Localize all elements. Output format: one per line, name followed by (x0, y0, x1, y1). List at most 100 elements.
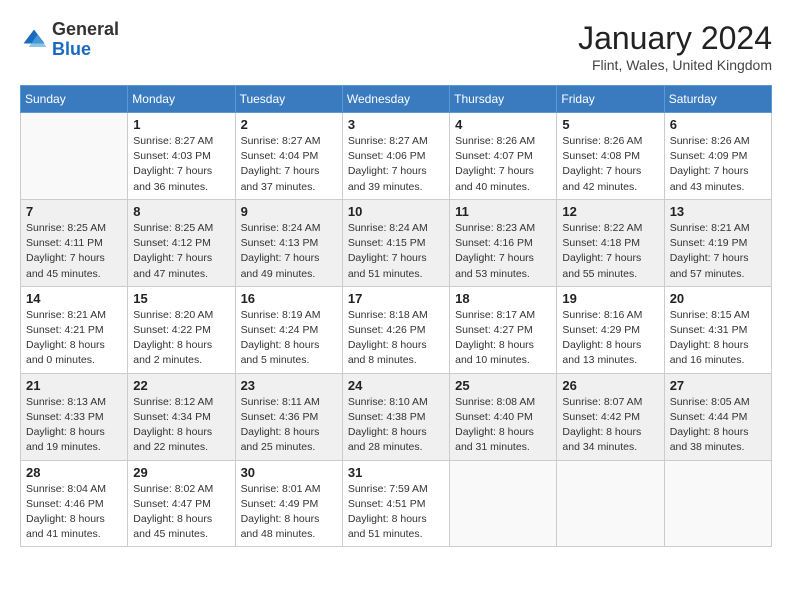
day-number: 30 (241, 465, 337, 480)
calendar-cell: 19 Sunrise: 8:16 AMSunset: 4:29 PMDayligh… (557, 286, 664, 373)
calendar-cell: 23 Sunrise: 8:11 AMSunset: 4:36 PMDayligh… (235, 373, 342, 460)
day-number: 6 (670, 117, 766, 132)
weekday-header-sunday: Sunday (21, 86, 128, 113)
weekday-header-wednesday: Wednesday (342, 86, 449, 113)
weekday-header-thursday: Thursday (450, 86, 557, 113)
calendar-cell: 6 Sunrise: 8:26 AMSunset: 4:09 PMDaylight… (664, 113, 771, 200)
day-number: 26 (562, 378, 658, 393)
calendar-cell: 16Sunrise: 8:19 AMSunset: 4:24 PMDayligh… (235, 286, 342, 373)
calendar-cell: 24 Sunrise: 8:10 AMSunset: 4:38 PMDayligh… (342, 373, 449, 460)
calendar-cell: 12 Sunrise: 8:22 AMSunset: 4:18 PMDayligh… (557, 199, 664, 286)
calendar-week-row: 7 Sunrise: 8:25 AMSunset: 4:11 PMDaylight… (21, 199, 772, 286)
day-number: 3 (348, 117, 444, 132)
calendar-week-row: 21Sunrise: 8:13 AMSunset: 4:33 PMDayligh… (21, 373, 772, 460)
day-number: 23 (241, 378, 337, 393)
day-number: 19 (562, 291, 658, 306)
logo-text: General Blue (52, 20, 119, 60)
day-info: Sunrise: 8:16 AMSunset: 4:29 PMDaylight:… (562, 308, 658, 369)
calendar-cell: 15 Sunrise: 8:20 AMSunset: 4:22 PMDayligh… (128, 286, 235, 373)
day-info: Sunrise: 8:24 AMSunset: 4:15 PMDaylight:… (348, 221, 444, 282)
logo-icon (20, 26, 48, 54)
day-number: 5 (562, 117, 658, 132)
day-info: Sunrise: 8:25 AMSunset: 4:11 PMDaylight:… (26, 221, 122, 282)
weekday-header-monday: Monday (128, 86, 235, 113)
month-year-title: January 2024 (578, 20, 772, 57)
page-header: General Blue January 2024 Flint, Wales, … (20, 20, 772, 73)
logo-general: General (52, 19, 119, 39)
calendar-cell (664, 460, 771, 547)
day-number: 8 (133, 204, 229, 219)
weekday-header-row: SundayMondayTuesdayWednesdayThursdayFrid… (21, 86, 772, 113)
day-number: 2 (241, 117, 337, 132)
calendar-table: SundayMondayTuesdayWednesdayThursdayFrid… (20, 85, 772, 547)
calendar-cell (21, 113, 128, 200)
logo: General Blue (20, 20, 119, 60)
calendar-cell: 30 Sunrise: 8:01 AMSunset: 4:49 PMDayligh… (235, 460, 342, 547)
calendar-cell: 17Sunrise: 8:18 AMSunset: 4:26 PMDayligh… (342, 286, 449, 373)
day-info: Sunrise: 8:27 AMSunset: 4:03 PMDaylight:… (133, 134, 229, 195)
day-info: Sunrise: 8:21 AMSunset: 4:19 PMDaylight:… (670, 221, 766, 282)
day-info: Sunrise: 8:17 AMSunset: 4:27 PMDaylight:… (455, 308, 551, 369)
day-number: 17 (348, 291, 444, 306)
day-info: Sunrise: 8:10 AMSunset: 4:38 PMDaylight:… (348, 395, 444, 456)
weekday-header-saturday: Saturday (664, 86, 771, 113)
calendar-cell: 14Sunrise: 8:21 AMSunset: 4:21 PMDayligh… (21, 286, 128, 373)
day-info: Sunrise: 8:08 AMSunset: 4:40 PMDaylight:… (455, 395, 551, 456)
day-number: 12 (562, 204, 658, 219)
day-info: Sunrise: 7:59 AMSunset: 4:51 PMDaylight:… (348, 482, 444, 543)
calendar-cell (557, 460, 664, 547)
day-info: Sunrise: 8:26 AMSunset: 4:07 PMDaylight:… (455, 134, 551, 195)
day-info: Sunrise: 8:20 AMSunset: 4:22 PMDaylight:… (133, 308, 229, 369)
day-info: Sunrise: 8:26 AMSunset: 4:08 PMDaylight:… (562, 134, 658, 195)
location-subtitle: Flint, Wales, United Kingdom (578, 57, 772, 73)
day-info: Sunrise: 8:11 AMSunset: 4:36 PMDaylight:… (241, 395, 337, 456)
calendar-cell: 25 Sunrise: 8:08 AMSunset: 4:40 PMDayligh… (450, 373, 557, 460)
calendar-cell: 1 Sunrise: 8:27 AMSunset: 4:03 PMDaylight… (128, 113, 235, 200)
day-info: Sunrise: 8:26 AMSunset: 4:09 PMDaylight:… (670, 134, 766, 195)
day-number: 22 (133, 378, 229, 393)
day-number: 24 (348, 378, 444, 393)
day-number: 18 (455, 291, 551, 306)
day-info: Sunrise: 8:05 AMSunset: 4:44 PMDaylight:… (670, 395, 766, 456)
day-info: Sunrise: 8:15 AMSunset: 4:31 PMDaylight:… (670, 308, 766, 369)
day-info: Sunrise: 8:22 AMSunset: 4:18 PMDaylight:… (562, 221, 658, 282)
calendar-cell: 21Sunrise: 8:13 AMSunset: 4:33 PMDayligh… (21, 373, 128, 460)
day-number: 29 (133, 465, 229, 480)
calendar-cell: 29Sunrise: 8:02 AMSunset: 4:47 PMDayligh… (128, 460, 235, 547)
day-info: Sunrise: 8:27 AMSunset: 4:04 PMDaylight:… (241, 134, 337, 195)
calendar-cell: 7 Sunrise: 8:25 AMSunset: 4:11 PMDaylight… (21, 199, 128, 286)
calendar-week-row: 28Sunrise: 8:04 AMSunset: 4:46 PMDayligh… (21, 460, 772, 547)
calendar-cell: 26 Sunrise: 8:07 AMSunset: 4:42 PMDayligh… (557, 373, 664, 460)
day-number: 13 (670, 204, 766, 219)
calendar-cell: 3 Sunrise: 8:27 AMSunset: 4:06 PMDaylight… (342, 113, 449, 200)
day-info: Sunrise: 8:21 AMSunset: 4:21 PMDaylight:… (26, 308, 122, 369)
day-info: Sunrise: 8:23 AMSunset: 4:16 PMDaylight:… (455, 221, 551, 282)
day-info: Sunrise: 8:01 AMSunset: 4:49 PMDaylight:… (241, 482, 337, 543)
day-number: 15 (133, 291, 229, 306)
calendar-cell: 2 Sunrise: 8:27 AMSunset: 4:04 PMDaylight… (235, 113, 342, 200)
calendar-cell: 11Sunrise: 8:23 AMSunset: 4:16 PMDayligh… (450, 199, 557, 286)
title-block: January 2024 Flint, Wales, United Kingdo… (578, 20, 772, 73)
calendar-cell: 4Sunrise: 8:26 AMSunset: 4:07 PMDaylight… (450, 113, 557, 200)
calendar-cell: 18 Sunrise: 8:17 AMSunset: 4:27 PMDayligh… (450, 286, 557, 373)
day-info: Sunrise: 8:04 AMSunset: 4:46 PMDaylight:… (26, 482, 122, 543)
calendar-cell: 13 Sunrise: 8:21 AMSunset: 4:19 PMDayligh… (664, 199, 771, 286)
calendar-cell: 5 Sunrise: 8:26 AMSunset: 4:08 PMDaylight… (557, 113, 664, 200)
calendar-cell: 22Sunrise: 8:12 AMSunset: 4:34 PMDayligh… (128, 373, 235, 460)
day-info: Sunrise: 8:27 AMSunset: 4:06 PMDaylight:… (348, 134, 444, 195)
day-number: 10 (348, 204, 444, 219)
day-number: 25 (455, 378, 551, 393)
day-number: 7 (26, 204, 122, 219)
day-number: 21 (26, 378, 122, 393)
day-info: Sunrise: 8:07 AMSunset: 4:42 PMDaylight:… (562, 395, 658, 456)
day-info: Sunrise: 8:19 AMSunset: 4:24 PMDaylight:… (241, 308, 337, 369)
calendar-week-row: 1 Sunrise: 8:27 AMSunset: 4:03 PMDaylight… (21, 113, 772, 200)
calendar-cell: 27 Sunrise: 8:05 AMSunset: 4:44 PMDayligh… (664, 373, 771, 460)
weekday-header-tuesday: Tuesday (235, 86, 342, 113)
day-info: Sunrise: 8:25 AMSunset: 4:12 PMDaylight:… (133, 221, 229, 282)
day-number: 1 (133, 117, 229, 132)
day-info: Sunrise: 8:24 AMSunset: 4:13 PMDaylight:… (241, 221, 337, 282)
day-number: 27 (670, 378, 766, 393)
calendar-cell: 8 Sunrise: 8:25 AMSunset: 4:12 PMDaylight… (128, 199, 235, 286)
calendar-cell: 10 Sunrise: 8:24 AMSunset: 4:15 PMDayligh… (342, 199, 449, 286)
